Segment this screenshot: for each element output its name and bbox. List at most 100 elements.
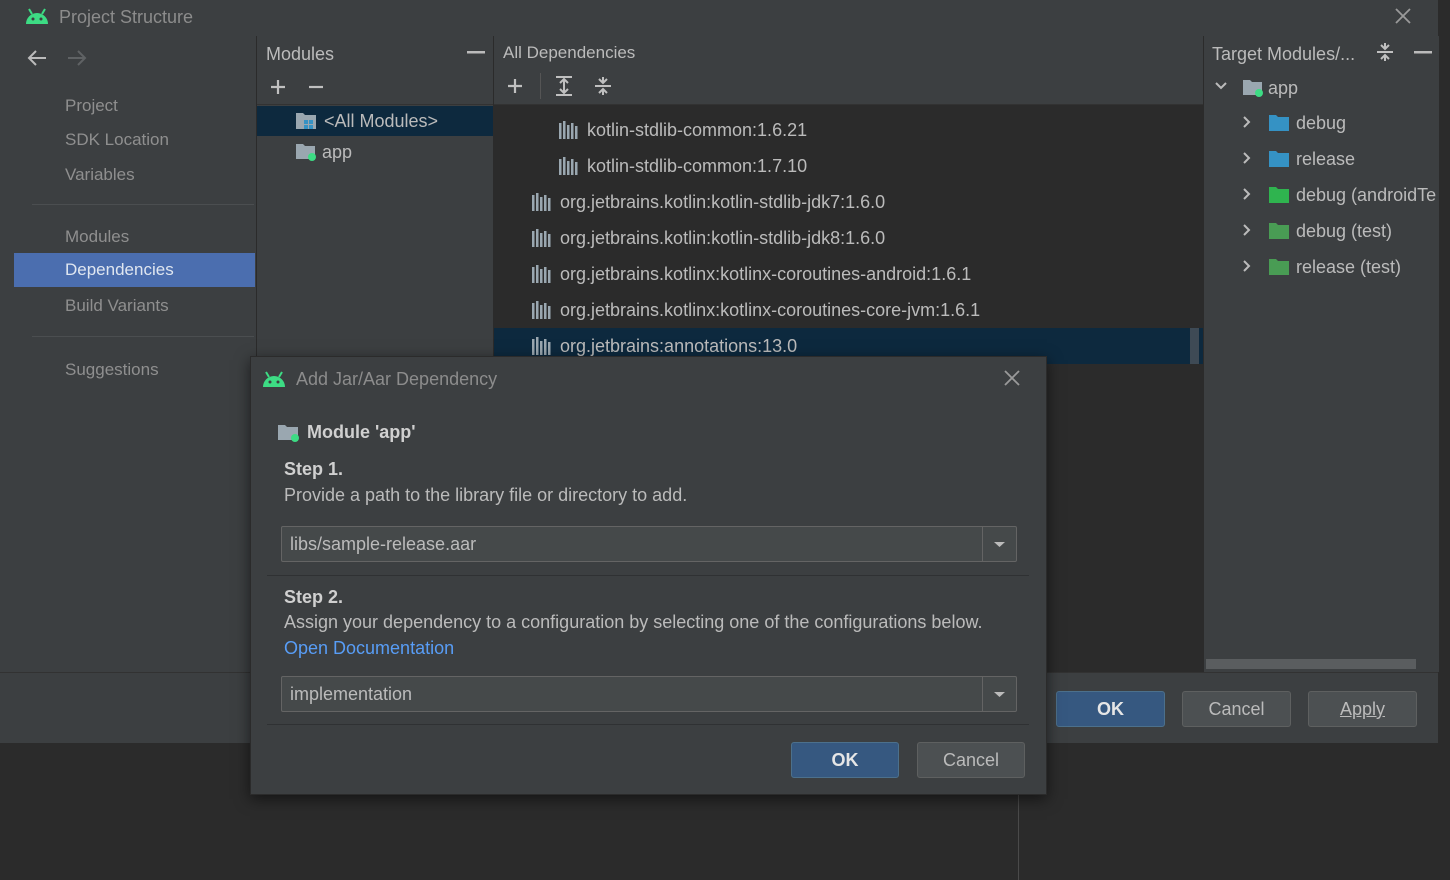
library-path-combo[interactable]: libs/sample-release.aar [281,526,1017,562]
module-group-icon [295,111,319,131]
dependency-row[interactable]: org.jetbrains.kotlinx:kotlinx-coroutines… [494,256,1203,292]
dependency-row[interactable]: kotlin-stdlib-common:1.7.10 [494,148,1203,184]
android-icon [24,6,50,26]
sidebar-item-project[interactable]: Project [14,89,255,123]
dependency-label: org.jetbrains.kotlinx:kotlinx-coroutines… [560,264,972,284]
sidebar-item-build-variants[interactable]: Build Variants [14,289,255,323]
module-folder-icon [295,142,317,162]
collapse-all-icon[interactable] [1376,42,1394,62]
sidebar-item-sdk-location[interactable]: SDK Location [14,123,255,157]
target-item-label: release [1296,149,1356,169]
modules-item-app[interactable]: app [257,137,493,167]
minimize-icon[interactable] [1414,51,1432,55]
expand-all-icon[interactable] [554,75,574,97]
close-icon[interactable] [1003,369,1021,387]
background-divider [1018,792,1019,880]
sidebar-item-modules[interactable]: Modules [14,220,255,254]
modules-panel-title: Modules [266,44,335,64]
target-item-label: debug [1296,113,1347,133]
target-tree-item[interactable]: debug (test) [1204,216,1439,246]
dependencies-toolbar [494,68,1203,105]
module-label: Module 'app' [307,422,416,442]
chevron-right-icon[interactable] [1240,151,1254,165]
library-icon [531,300,553,320]
dependency-label: org.jetbrains.kotlin:kotlin-stdlib-jdk7:… [560,192,886,212]
dependency-label: org.jetbrains.kotlin:kotlin-stdlib-jdk8:… [560,228,886,248]
dialog-divider [267,724,1029,725]
target-root-label: app [1268,78,1299,98]
collapse-all-icon[interactable] [593,75,613,97]
sidebar-divider [32,204,254,205]
android-icon [261,369,287,389]
chevron-right-icon[interactable] [1240,115,1254,129]
chevron-right-icon[interactable] [1240,187,1254,201]
cancel-button[interactable]: Cancel [1182,691,1291,727]
arrow-right-icon[interactable] [66,49,88,67]
window-title: Project Structure [59,7,194,27]
target-tree-item[interactable]: debug [1204,108,1439,138]
target-item-label: debug (androidTe [1296,185,1437,205]
add-dependency-dialog: Add Jar/Aar Dependency Module 'app' Step… [250,356,1047,795]
target-tree-item[interactable]: release [1204,144,1439,174]
library-icon [558,120,580,140]
library-icon [531,228,553,248]
library-icon [558,156,580,176]
module-folder-icon [1242,78,1264,98]
dialog-cancel-button[interactable]: Cancel [917,742,1025,778]
step2-description: Assign your dependency to a configuratio… [284,612,983,632]
dependency-label: org.jetbrains.kotlinx:kotlinx-coroutines… [560,300,981,320]
modules-item-all-modules[interactable]: <All Modules> [257,106,493,136]
target-tree-item[interactable]: debug (androidTe [1204,180,1439,210]
add-icon[interactable] [269,78,287,96]
sidebar-item-dependencies[interactable]: Dependencies [14,253,255,287]
window-titlebar: Project Structure [0,0,1438,35]
dependency-label: kotlin-stdlib-common:1.6.21 [587,120,808,140]
folder-icon [1268,114,1290,132]
sidebar-divider [32,336,254,337]
remove-icon[interactable] [307,78,325,96]
chevron-down-icon[interactable] [982,527,1016,561]
chevron-right-icon[interactable] [1240,223,1254,237]
module-folder-icon [277,423,301,443]
open-documentation-link[interactable]: Open Documentation [284,638,454,659]
target-tree-item[interactable]: release (test) [1204,252,1439,282]
modules-item-label: app [322,142,353,162]
dependency-row[interactable]: kotlin-stdlib-common:1.6.21 [494,112,1203,148]
close-icon[interactable] [1394,7,1412,25]
chevron-down-icon[interactable] [1214,79,1228,93]
library-icon [531,264,553,284]
dependency-row[interactable]: org.jetbrains.kotlin:kotlin-stdlib-jdk8:… [494,220,1203,256]
arrow-left-icon[interactable] [26,49,48,67]
configuration-combo[interactable]: implementation [281,676,1017,712]
scrollbar-thumb[interactable] [1190,328,1199,364]
dependency-label: kotlin-stdlib-common:1.7.10 [587,156,808,176]
dependency-row[interactable]: org.jetbrains.kotlinx:kotlinx-coroutines… [494,292,1203,328]
target-modules-panel: Target Modules/... app debug release deb… [1203,36,1439,672]
dependency-row[interactable]: org.jetbrains.kotlin:kotlin-stdlib-jdk7:… [494,184,1203,220]
modules-item-label: <All Modules> [324,111,439,131]
step1-heading: Step 1. [284,459,344,479]
step1-description: Provide a path to the library file or di… [284,485,688,505]
ok-button[interactable]: OK [1056,691,1165,727]
target-item-label: debug (test) [1296,221,1393,241]
configuration-value: implementation [290,684,413,704]
folder-icon [1268,222,1290,240]
target-tree-root[interactable]: app [1204,73,1439,103]
target-item-label: release (test) [1296,257,1402,277]
apply-button[interactable]: Apply [1308,691,1417,727]
sidebar-item-suggestions[interactable]: Suggestions [14,353,255,387]
library-icon [531,336,553,356]
chevron-down-icon[interactable] [982,677,1016,711]
dialog-divider [267,575,1029,576]
target-panel-title: Target Modules/... [1212,44,1356,64]
dialog-ok-button[interactable]: OK [791,742,899,778]
minimize-icon[interactable] [467,51,485,55]
step2-heading: Step 2. [284,587,344,607]
sidebar-nav: Project SDK Location Variables Modules D… [14,36,255,672]
add-icon[interactable] [506,77,524,95]
sidebar-item-variables[interactable]: Variables [14,158,255,192]
horizontal-scrollbar[interactable] [1206,659,1416,669]
toolbar-divider [257,104,493,105]
library-icon [531,192,553,212]
chevron-right-icon[interactable] [1240,259,1254,273]
